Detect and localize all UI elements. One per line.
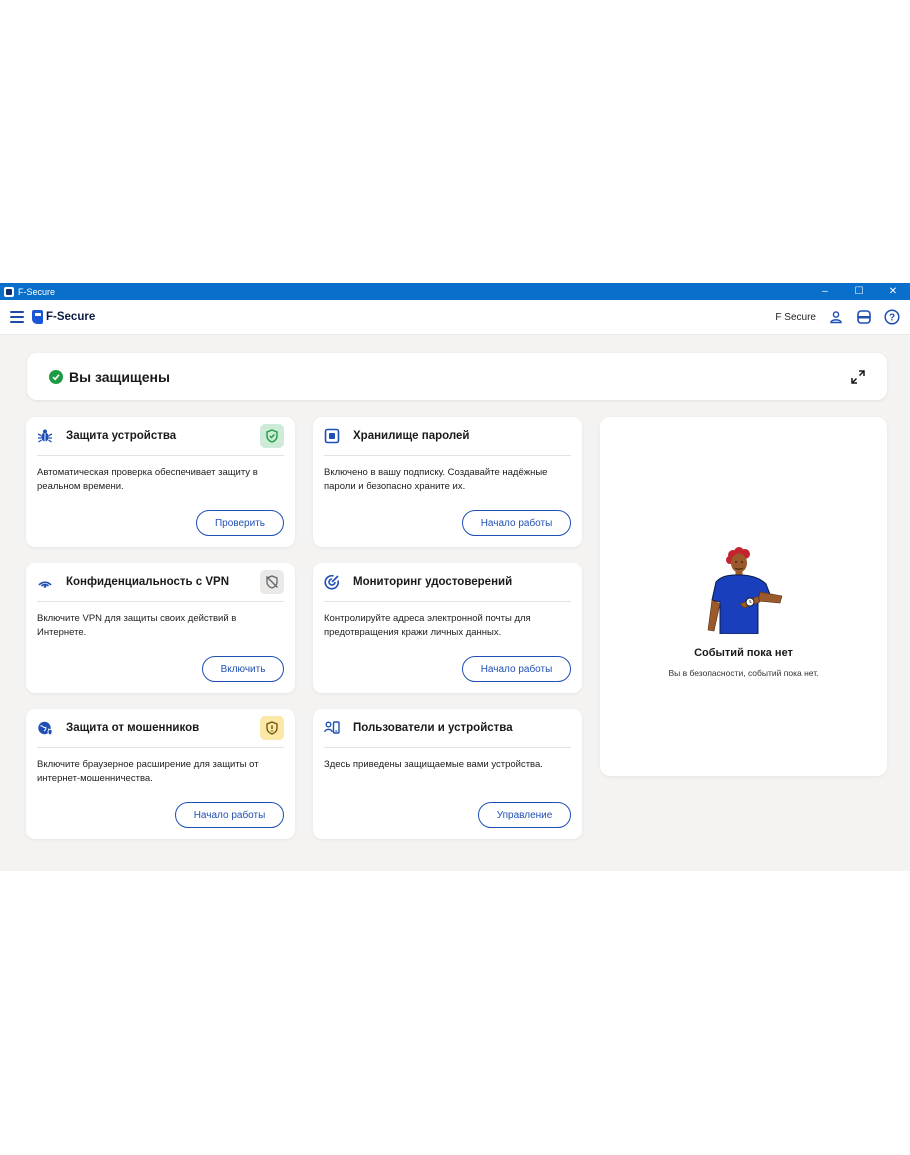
protection-status-text: Вы защищены	[69, 368, 170, 385]
logo-text: F-Secure	[46, 311, 96, 323]
device-protection-card: Защита устройства Автоматическая проверк…	[26, 417, 295, 547]
get-started-button[interactable]: Начало работы	[175, 802, 284, 828]
get-started-button[interactable]: Начало работы	[462, 510, 571, 536]
users-devices-icon	[324, 720, 340, 736]
card-description: Включите VPN для защиты своих действий в…	[37, 613, 237, 638]
events-panel: Событий пока нет Вы в безопасности, собы…	[600, 417, 887, 776]
identity-monitoring-card: Мониторинг удостоверений Контролируйте а…	[313, 563, 582, 693]
scam-protection-card: Защита от мошенников Включите браузерное…	[26, 709, 295, 839]
account-icon[interactable]	[826, 307, 846, 327]
password-vault-card: Хранилище паролей Включено в вашу подпис…	[313, 417, 582, 547]
shield-off-icon	[260, 570, 284, 594]
card-title: Конфиденциальность с VPN	[66, 576, 230, 588]
person-checking-watch-illustration	[698, 542, 790, 635]
svg-text:?: ?	[889, 313, 895, 324]
app-header: F-Secure F Secure ?	[0, 300, 910, 335]
globe-shield-icon	[37, 720, 53, 736]
subscription-icon[interactable]	[854, 307, 874, 327]
maximize-button[interactable]: ☐	[842, 283, 876, 300]
protection-status-card: Вы защищены	[27, 353, 887, 400]
card-title: Мониторинг удостоверений	[353, 576, 513, 588]
shield-check-icon	[260, 424, 284, 448]
bug-icon	[37, 428, 53, 444]
vault-icon	[324, 428, 340, 444]
logo-mark-icon	[32, 310, 43, 324]
expand-icon[interactable]	[851, 369, 865, 384]
enable-vpn-button[interactable]: Включить	[202, 656, 284, 682]
app-window: F-Secure – ☐ ✕ F-Secure F Secure ? Вы за…	[0, 283, 910, 871]
card-title: Хранилище паролей	[353, 430, 470, 442]
card-title: Защита от мошенников	[66, 722, 200, 734]
card-description: Здесь приведены защищаемые вами устройст…	[324, 759, 543, 770]
user-name[interactable]: F Secure	[775, 312, 816, 323]
card-description: Включите браузерное расширение для защит…	[37, 759, 259, 784]
minimize-button[interactable]: –	[808, 283, 842, 300]
events-subtitle: Вы в безопасности, событий пока нет.	[668, 668, 819, 678]
help-icon[interactable]: ?	[882, 307, 902, 327]
users-devices-card: Пользователи и устройства Здесь приведен…	[313, 709, 582, 839]
card-description: Контролируйте адреса электронной почты д…	[324, 613, 531, 638]
vpn-privacy-card: Конфиденциальность с VPN Включите VPN дл…	[26, 563, 295, 693]
app-icon	[4, 286, 14, 297]
menu-icon[interactable]	[10, 311, 24, 323]
main-content: Вы защищены Защита устройства Автоматиче…	[0, 336, 910, 871]
card-title: Пользователи и устройства	[353, 722, 513, 734]
window-titlebar[interactable]: F-Secure – ☐ ✕	[0, 283, 910, 300]
card-description: Включено в вашу подписку. Создавайте над…	[324, 467, 548, 492]
events-title: Событий пока нет	[694, 647, 793, 659]
close-button[interactable]: ✕	[876, 283, 910, 300]
window-title: F-Secure	[18, 286, 56, 297]
radar-icon	[324, 574, 340, 590]
manage-button[interactable]: Управление	[478, 802, 571, 828]
card-description: Автоматическая проверка обеспечивает защ…	[37, 467, 258, 492]
check-circle-icon	[49, 369, 63, 384]
vpn-signal-icon	[37, 574, 53, 590]
logo: F-Secure	[32, 310, 95, 324]
shield-alert-icon	[260, 716, 284, 740]
scan-button[interactable]: Проверить	[196, 510, 284, 536]
get-started-button[interactable]: Начало работы	[462, 656, 571, 682]
card-title: Защита устройства	[66, 430, 177, 442]
